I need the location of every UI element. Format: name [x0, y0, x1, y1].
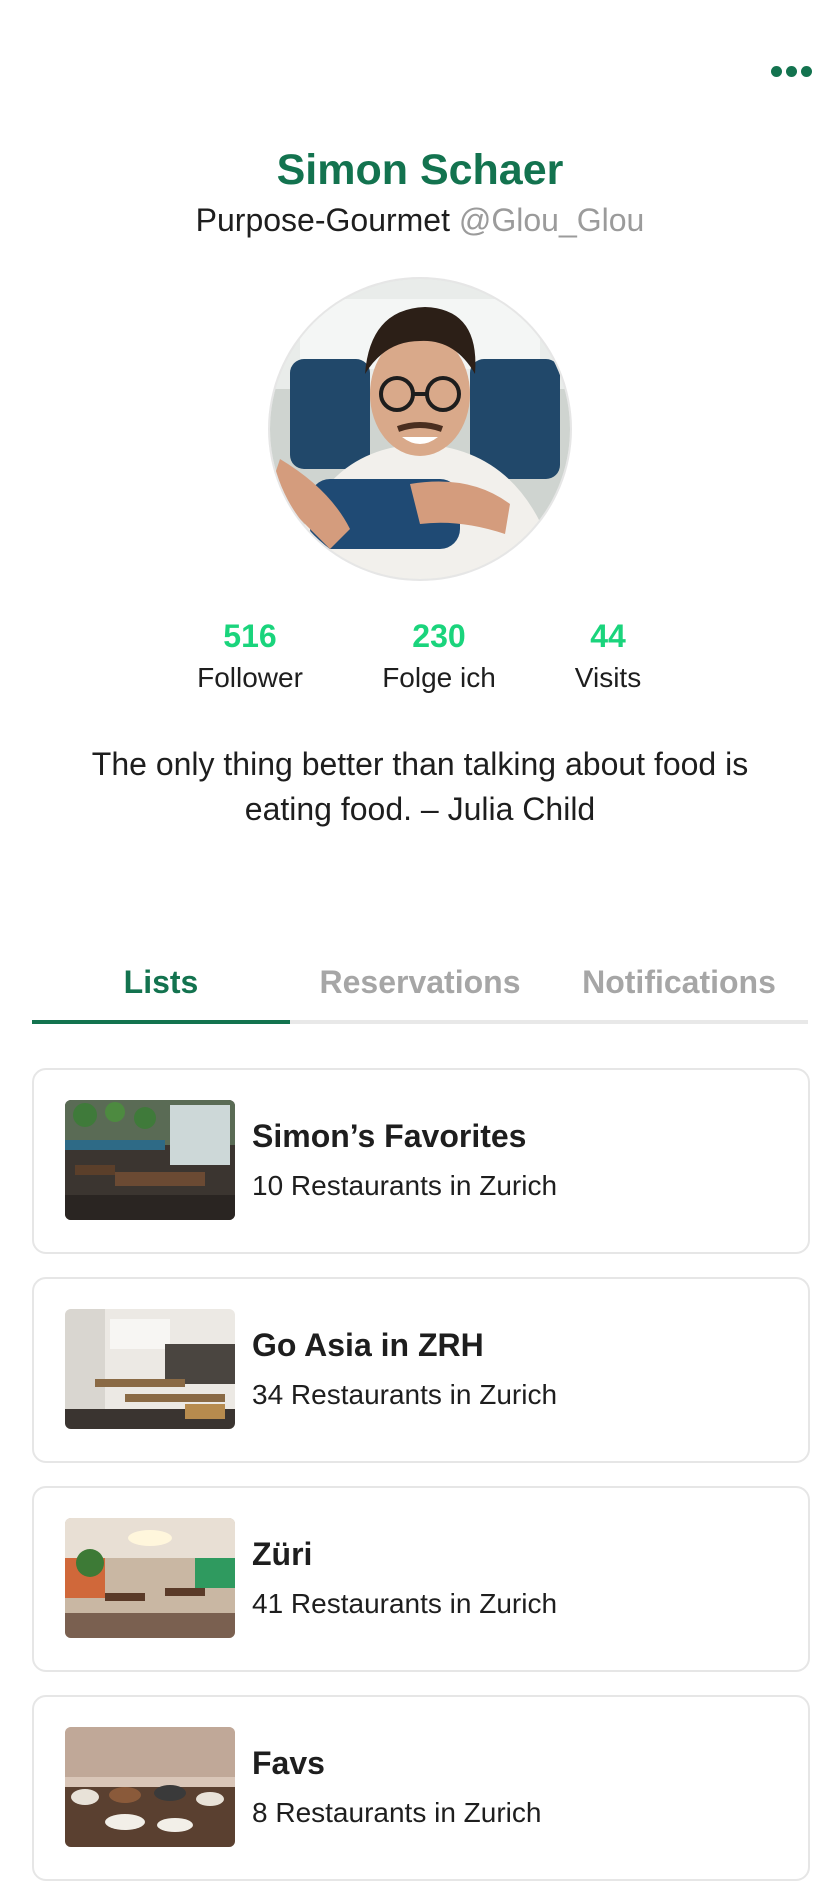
list-subtitle: 41 Restaurants in Zurich: [252, 1588, 558, 1619]
list-card[interactable]: Favs 8 Restaurants in Zurich: [32, 1695, 810, 1881]
more-dot: [801, 66, 812, 77]
stat-label: Follower: [197, 662, 303, 693]
profile-title: Purpose-Gourmet: [195, 202, 450, 238]
list-subtitle: 34 Restaurants in Zurich: [252, 1379, 558, 1410]
stat-followers[interactable]: 516 Follower: [160, 616, 340, 698]
profile-bio-quote: The only thing better than talking about…: [91, 746, 749, 827]
list-thumbnail: [65, 1727, 235, 1847]
list-card[interactable]: Go Asia in ZRH 34 Restaurants in Zurich: [32, 1277, 810, 1463]
avatar: [270, 279, 570, 579]
more-options-button[interactable]: [767, 62, 816, 81]
list-subtitle: 8 Restaurants in Zurich: [252, 1797, 542, 1828]
stat-visits[interactable]: 44 Visits: [518, 616, 698, 698]
stat-label: Folge ich: [382, 662, 496, 693]
stat-following[interactable]: 230 Folge ich: [349, 616, 529, 698]
list-card[interactable]: Simon’s Favorites 10 Restaurants in Zuri…: [32, 1068, 810, 1254]
list-title: Züri: [252, 1536, 313, 1572]
profile-subtitle: Purpose-Gourmet @Glou_Glou: [0, 202, 840, 239]
tab-notifications[interactable]: Notifications: [550, 956, 808, 1020]
list-title: Simon’s Favorites: [252, 1118, 527, 1154]
stat-value: 516: [223, 618, 277, 654]
profile-name: Simon Schaer: [276, 146, 564, 194]
stat-label: Visits: [574, 662, 642, 693]
tab-lists[interactable]: Lists: [32, 956, 290, 1024]
profile-tabs: Lists Reservations Notifications: [32, 956, 808, 1024]
stat-value: 44: [590, 618, 626, 654]
more-dot: [786, 66, 797, 77]
stat-value: 230: [412, 618, 466, 654]
profile-handle: @Glou_Glou: [458, 202, 645, 238]
tab-reservations[interactable]: Reservations: [291, 956, 549, 1020]
list-thumbnail: [65, 1518, 235, 1638]
list-thumbnail: [65, 1309, 235, 1429]
list-title: Favs: [252, 1745, 325, 1781]
list-thumbnail: [65, 1100, 235, 1220]
list-title: Go Asia in ZRH: [252, 1327, 484, 1363]
list-subtitle: 10 Restaurants in Zurich: [252, 1170, 558, 1201]
list-card[interactable]: Züri 41 Restaurants in Zurich: [32, 1486, 810, 1672]
more-horizontal-icon: [771, 66, 782, 77]
